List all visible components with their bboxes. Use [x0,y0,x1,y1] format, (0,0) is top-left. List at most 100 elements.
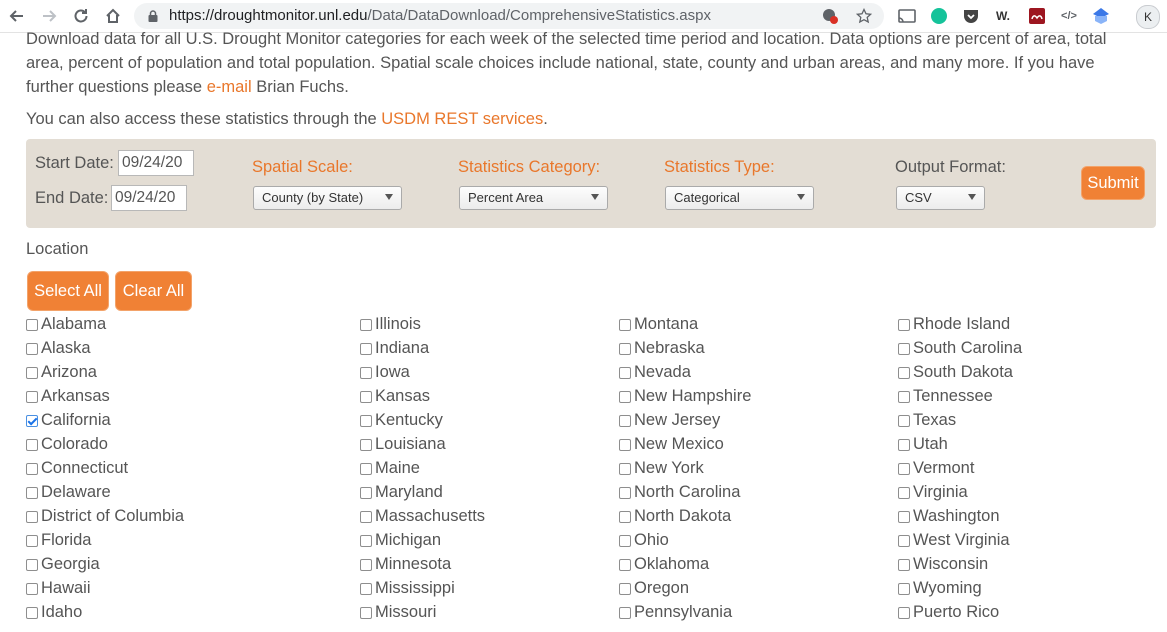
state-option-vermont[interactable]: Vermont [898,456,974,480]
state-checkbox[interactable] [26,463,38,475]
state-option-north-carolina[interactable]: North Carolina [619,480,740,504]
state-checkbox[interactable] [619,487,631,499]
state-checkbox[interactable] [898,415,910,427]
state-checkbox[interactable] [898,487,910,499]
state-checkbox[interactable] [898,535,910,547]
statistics-category-select[interactable]: Percent Area [459,186,608,210]
statistics-type-select[interactable]: Categorical [665,186,814,210]
state-option-new-hampshire[interactable]: New Hampshire [619,384,751,408]
reload-icon[interactable] [69,4,93,28]
state-checkbox[interactable] [898,463,910,475]
state-option-maryland[interactable]: Maryland [360,480,443,504]
state-option-idaho[interactable]: Idaho [26,600,82,624]
profile-avatar[interactable]: K [1136,5,1160,29]
code-extension-icon[interactable]: </> [1059,6,1079,26]
cast-icon[interactable] [897,6,917,26]
output-format-select[interactable]: CSV [896,186,985,210]
state-checkbox[interactable] [898,319,910,331]
state-checkbox[interactable] [898,559,910,571]
clear-all-button[interactable]: Clear All [115,271,192,311]
state-checkbox[interactable] [898,367,910,379]
state-checkbox[interactable] [619,343,631,355]
state-option-south-dakota[interactable]: South Dakota [898,360,1013,384]
state-option-arkansas[interactable]: Arkansas [26,384,110,408]
state-checkbox[interactable] [26,439,38,451]
state-option-puerto-rico[interactable]: Puerto Rico [898,600,999,624]
state-option-new-york[interactable]: New York [619,456,704,480]
spatial-scale-select[interactable]: County (by State) [253,186,402,210]
back-icon[interactable] [5,4,29,28]
state-checkbox[interactable] [26,391,38,403]
state-checkbox[interactable] [898,607,910,619]
forward-icon[interactable] [37,4,61,28]
state-option-connecticut[interactable]: Connecticut [26,456,128,480]
state-checkbox[interactable] [360,583,372,595]
state-checkbox[interactable] [360,415,372,427]
state-checkbox[interactable] [26,535,38,547]
state-checkbox[interactable] [360,559,372,571]
state-checkbox[interactable] [898,391,910,403]
state-checkbox[interactable] [898,583,910,595]
state-checkbox[interactable] [898,511,910,523]
state-option-pennsylvania[interactable]: Pennsylvania [619,600,732,624]
state-checkbox[interactable] [619,415,631,427]
state-checkbox[interactable] [619,367,631,379]
state-checkbox[interactable] [360,343,372,355]
state-option-iowa[interactable]: Iowa [360,360,410,384]
state-option-georgia[interactable]: Georgia [26,552,100,576]
state-option-hawaii[interactable]: Hawaii [26,576,91,600]
state-option-utah[interactable]: Utah [898,432,948,456]
state-checkbox[interactable] [26,343,38,355]
state-checkbox[interactable] [619,391,631,403]
state-option-california[interactable]: California [26,408,111,432]
state-checkbox[interactable] [26,607,38,619]
state-option-kentucky[interactable]: Kentucky [360,408,443,432]
state-option-delaware[interactable]: Delaware [26,480,111,504]
state-option-new-jersey[interactable]: New Jersey [619,408,720,432]
state-checkbox[interactable] [619,607,631,619]
submit-button[interactable]: Submit [1081,166,1145,200]
state-option-wyoming[interactable]: Wyoming [898,576,982,600]
state-option-ohio[interactable]: Ohio [619,528,669,552]
state-option-virginia[interactable]: Virginia [898,480,968,504]
state-option-colorado[interactable]: Colorado [26,432,108,456]
bookmark-extension-icon[interactable] [1091,6,1111,26]
state-option-oklahoma[interactable]: Oklahoma [619,552,709,576]
state-option-montana[interactable]: Montana [619,312,698,336]
state-checkbox[interactable] [360,607,372,619]
state-option-washington[interactable]: Washington [898,504,1000,528]
state-checkbox[interactable] [619,319,631,331]
state-option-oregon[interactable]: Oregon [619,576,689,600]
state-checkbox[interactable] [360,487,372,499]
state-checkbox[interactable] [26,367,38,379]
home-icon[interactable] [101,4,125,28]
pocket-extension-icon[interactable] [961,6,981,26]
state-option-west-virginia[interactable]: West Virginia [898,528,1010,552]
state-checkbox[interactable] [360,319,372,331]
state-option-kansas[interactable]: Kansas [360,384,430,408]
state-option-illinois[interactable]: Illinois [360,312,421,336]
state-option-texas[interactable]: Texas [898,408,956,432]
state-option-nebraska[interactable]: Nebraska [619,336,705,360]
state-option-indiana[interactable]: Indiana [360,336,429,360]
mendeley-extension-icon[interactable] [1027,6,1047,26]
state-checkbox[interactable] [360,511,372,523]
state-option-nevada[interactable]: Nevada [619,360,691,384]
state-option-alabama[interactable]: Alabama [26,312,106,336]
state-option-massachusetts[interactable]: Massachusetts [360,504,485,528]
state-checkbox[interactable] [360,463,372,475]
state-option-north-dakota[interactable]: North Dakota [619,504,731,528]
state-checkbox[interactable] [26,559,38,571]
state-option-south-carolina[interactable]: South Carolina [898,336,1022,360]
state-option-arizona[interactable]: Arizona [26,360,97,384]
state-checkbox[interactable] [619,439,631,451]
state-checkbox[interactable] [619,559,631,571]
end-date-input[interactable]: 09/24/20 [111,185,187,211]
state-option-wisconsin[interactable]: Wisconsin [898,552,988,576]
state-checkbox[interactable] [26,415,38,427]
grammarly-extension-icon[interactable] [929,6,949,26]
state-option-florida[interactable]: Florida [26,528,91,552]
state-option-louisiana[interactable]: Louisiana [360,432,446,456]
select-all-button[interactable]: Select All [27,271,109,311]
email-link[interactable]: e-mail [207,78,252,96]
